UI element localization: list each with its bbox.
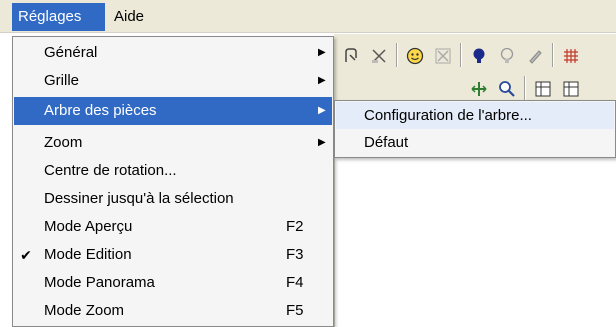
toolbar-separator <box>524 76 526 100</box>
table-icon[interactable] <box>530 76 556 102</box>
zoom-icon[interactable] <box>494 76 520 102</box>
menu-item-zoom[interactable]: Zoom ▶ <box>14 129 332 157</box>
menu-item-shortcut: F5 <box>286 302 304 319</box>
light-bulb-icon[interactable] <box>466 43 492 69</box>
disabled-x-icon[interactable] <box>430 43 456 69</box>
submenu-arrow-icon: ▶ <box>318 75 326 86</box>
brush-icon[interactable] <box>522 43 548 69</box>
menu-item-centre-de-rotation[interactable]: Centre de rotation... <box>14 157 332 185</box>
reglages-dropdown-menu: Général ▶ Grille ▶ Arbre des pièces ▶ Zo… <box>12 36 334 327</box>
tree-move-icon[interactable] <box>466 76 492 102</box>
toolbar-separator <box>460 43 462 67</box>
menu-item-grille[interactable]: Grille ▶ <box>14 67 332 95</box>
toolbar-row-1 <box>334 41 616 71</box>
menu-item-label: Zoom <box>44 134 83 151</box>
submenu-arrow-icon: ▶ <box>318 137 326 148</box>
menu-reglages[interactable]: Réglages <box>12 3 105 31</box>
table-icon[interactable] <box>558 76 584 102</box>
smiley-icon[interactable] <box>402 43 428 69</box>
close-x-icon[interactable] <box>366 43 392 69</box>
menu-item-dessiner-jusqua-la-selection[interactable]: Dessiner jusqu'à la sélection <box>14 185 332 213</box>
submenu-item-label: Défaut <box>364 134 409 151</box>
submenu-arrow-icon: ▶ <box>318 105 326 116</box>
menu-item-mode-edition[interactable]: ✔ Mode Edition F3 <box>14 241 332 269</box>
menu-item-label: Mode Edition <box>44 246 132 263</box>
arbre-des-pieces-submenu: Configuration de l'arbre... Défaut <box>334 100 616 158</box>
menu-item-label: Mode Aperçu <box>44 218 133 235</box>
menu-item-label: Général <box>44 44 98 61</box>
menu-item-label: Grille <box>44 72 80 89</box>
menu-bar: Réglages Aide <box>0 0 616 33</box>
toolbar-separator <box>396 43 398 67</box>
menu-aide[interactable]: Aide <box>108 3 153 31</box>
menu-item-mode-zoom[interactable]: Mode Zoom F5 <box>14 297 332 325</box>
menu-item-mode-apercu[interactable]: Mode Aperçu F2 <box>14 213 332 241</box>
menu-item-arbre-des-pieces[interactable]: Arbre des pièces ▶ <box>14 97 332 125</box>
menu-item-shortcut: F2 <box>286 218 304 235</box>
check-icon: ✔ <box>20 247 32 263</box>
menu-item-general[interactable]: Général ▶ <box>14 39 332 67</box>
submenu-arrow-icon: ▶ <box>318 47 326 58</box>
grid-icon[interactable] <box>558 43 584 69</box>
toolbar <box>334 34 616 106</box>
menu-item-mode-panorama[interactable]: Mode Panorama F4 <box>14 269 332 297</box>
toolbar-separator <box>552 43 554 67</box>
menu-item-label: Dessiner jusqu'à la sélection <box>44 190 234 207</box>
menu-item-label: Arbre des pièces <box>44 102 157 119</box>
light-bulb-off-icon[interactable] <box>494 43 520 69</box>
submenu-item-label: Configuration de l'arbre... <box>364 107 532 124</box>
pick-icon[interactable] <box>338 43 364 69</box>
menu-item-label: Mode Panorama <box>44 274 155 291</box>
menu-item-label: Mode Zoom <box>44 302 125 319</box>
menu-item-label: Centre de rotation... <box>44 162 177 179</box>
submenu-item-configuration-de-larbre[interactable]: Configuration de l'arbre... <box>336 102 614 129</box>
submenu-item-defaut[interactable]: Défaut <box>336 129 614 156</box>
menu-item-shortcut: F3 <box>286 246 304 263</box>
menu-item-shortcut: F4 <box>286 274 304 291</box>
